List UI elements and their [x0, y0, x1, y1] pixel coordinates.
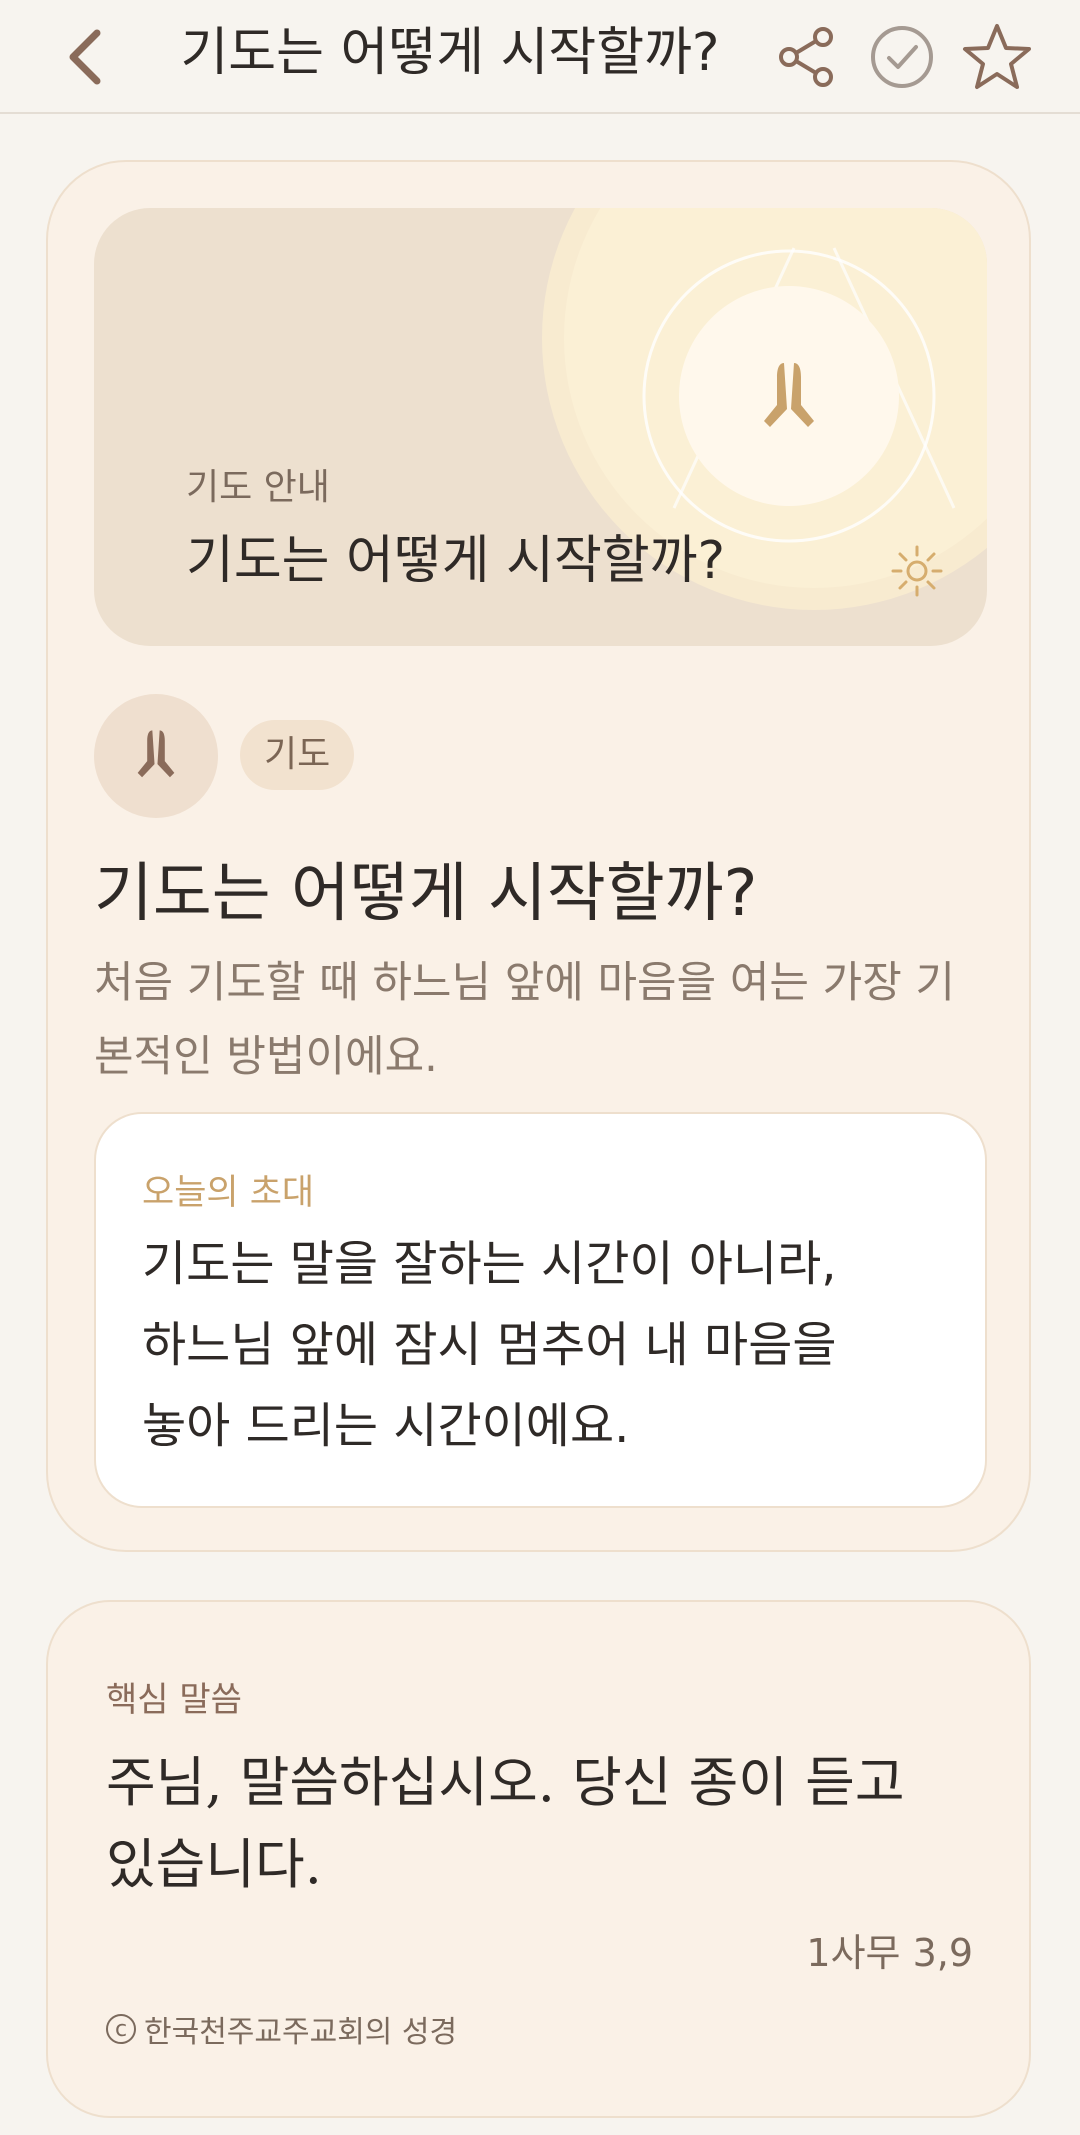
lesson-card: 기도 안내 기도는 어떻게 시작할까? 기도 기도는 어떻게 시작할까? 처음 … — [46, 160, 1031, 1552]
share-icon — [779, 27, 833, 87]
star-outline-icon — [963, 24, 1031, 89]
back-button[interactable] — [40, 12, 130, 102]
hero-banner: 기도 안내 기도는 어떻게 시작할까? — [94, 208, 987, 646]
praying-hands-icon — [137, 730, 175, 778]
check-circle-icon — [871, 26, 933, 88]
page-title: 기도는 어떻게 시작할까? — [180, 23, 720, 83]
category-tag: 기도 — [240, 720, 355, 790]
chevron-left-icon — [69, 29, 101, 85]
lesson-description: 처음 기도할 때 하느님 앞에 마음을 여는 가장 기본적인 방법이에요. — [94, 958, 955, 1082]
verse-text: 주님, 말씀하십시오. 당신 종이 듣고 있습니다. — [106, 1751, 905, 1896]
avatar — [94, 694, 218, 818]
hero-eyebrow: 기도 안내 — [186, 467, 330, 508]
share-button[interactable] — [762, 12, 852, 102]
copyright-text: 한국천주교주교회의 성경 — [144, 2015, 458, 2050]
copyright-icon: c — [106, 2014, 136, 2044]
praying-hands-icon — [764, 363, 814, 427]
top-app-bar: 기도는 어떻게 시작할까? — [0, 0, 1080, 114]
verse-reference: 1사무 3,9 — [806, 1931, 973, 1975]
invitation-label: 오늘의 초대 — [142, 1173, 315, 1213]
lesson-title: 기도는 어떻게 시작할까? — [94, 857, 758, 931]
verse-label: 핵심 말씀 — [106, 1680, 242, 1720]
invitation-box: 오늘의 초대 기도는 말을 잘하는 시간이 아니라, 하느님 앞에 잠시 멈추어… — [94, 1112, 987, 1508]
hero-title: 기도는 어떻게 시작할까? — [186, 531, 726, 591]
key-verse-card: 핵심 말씀 주님, 말씀하십시오. 당신 종이 듣고 있습니다. 1사무 3,9… — [46, 1600, 1031, 2118]
complete-button[interactable] — [857, 12, 947, 102]
invitation-text: 기도는 말을 잘하는 시간이 아니라, 하느님 앞에 잠시 멈추어 내 마음을 … — [142, 1236, 837, 1454]
sun-icon — [891, 545, 943, 597]
copyright-notice: c 한국천주교주교회의 성경 — [106, 2007, 457, 2051]
favorite-button[interactable] — [952, 12, 1042, 102]
